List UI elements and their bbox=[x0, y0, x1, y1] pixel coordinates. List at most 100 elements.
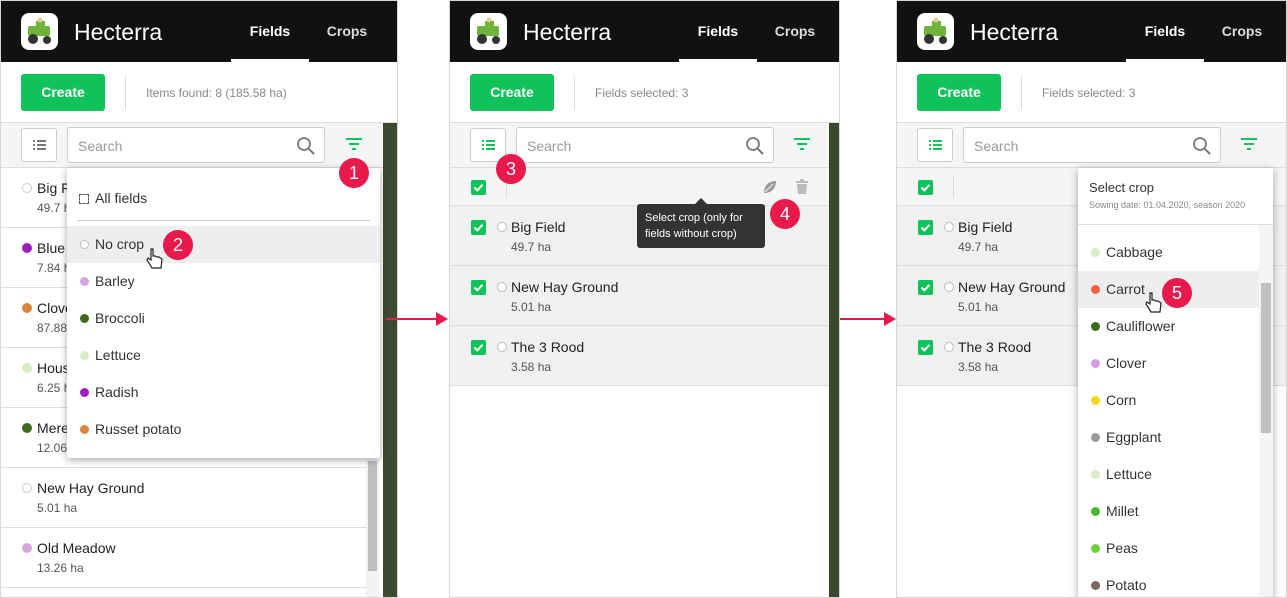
field-name: Big F bbox=[37, 180, 70, 196]
search-input[interactable]: Search bbox=[516, 127, 774, 163]
filter-icon[interactable] bbox=[793, 135, 811, 153]
search-row: Search bbox=[1, 123, 397, 168]
option-cabbage[interactable]: Cabbage bbox=[1078, 234, 1259, 271]
option-eggplant[interactable]: Eggplant bbox=[1078, 419, 1259, 456]
scrollbar-thumb[interactable] bbox=[1261, 283, 1271, 433]
option-cauliflower[interactable]: Cauliflower bbox=[1078, 308, 1259, 345]
row-checkbox[interactable] bbox=[471, 220, 486, 235]
create-button[interactable]: Create bbox=[470, 74, 554, 111]
list-item[interactable]: Old Meadow 13.26 ha bbox=[1, 528, 366, 588]
option-label: Eggplant bbox=[1106, 429, 1162, 445]
tab-fields[interactable]: Fields bbox=[1126, 1, 1204, 62]
row-checkbox[interactable] bbox=[918, 220, 933, 235]
option-barley[interactable]: Barley bbox=[67, 263, 380, 300]
option-potato[interactable]: Potato bbox=[1078, 567, 1259, 597]
field-area: 3.58 ha bbox=[958, 360, 999, 374]
field-area: 12.06 bbox=[37, 441, 68, 455]
tab-crops[interactable]: Crops bbox=[308, 1, 386, 62]
search-icon bbox=[297, 137, 315, 155]
crop-color-dot bbox=[1091, 248, 1100, 257]
option-millet[interactable]: Millet bbox=[1078, 493, 1259, 530]
dropdown-title: Select crop bbox=[1089, 180, 1155, 195]
field-name: Blue bbox=[37, 240, 66, 256]
row-checkbox[interactable] bbox=[918, 340, 933, 355]
field-area: 13.26 ha bbox=[37, 561, 84, 575]
option-label: Peas bbox=[1106, 540, 1138, 556]
all-fields-option[interactable]: All fields bbox=[79, 190, 147, 206]
list-item[interactable]: New Hay Ground 5.01 ha bbox=[1, 468, 366, 528]
crop-color-dot bbox=[1091, 581, 1100, 590]
app-header: Hecterra Fields Crops bbox=[897, 1, 1286, 62]
toolbar: Create Fields selected: 3 bbox=[897, 62, 1286, 123]
crop-color-dot bbox=[80, 277, 89, 286]
list-view-button[interactable] bbox=[21, 128, 57, 162]
dropdown-scrollbar[interactable] bbox=[1259, 225, 1273, 597]
select-all-checkbox[interactable] bbox=[471, 180, 486, 195]
tab-crops[interactable]: Crops bbox=[756, 1, 834, 62]
select-all-checkbox[interactable] bbox=[918, 180, 933, 195]
option-label: Corn bbox=[1106, 392, 1137, 408]
search-input[interactable]: Search bbox=[963, 127, 1221, 163]
option-radish[interactable]: Radish bbox=[67, 374, 380, 411]
row-checkbox[interactable] bbox=[471, 340, 486, 355]
crop-color-dot bbox=[944, 342, 954, 352]
table-row[interactable]: The 3 Rood 3.58 ha bbox=[450, 326, 829, 386]
field-name: New Hay Ground bbox=[37, 480, 145, 496]
field-name: New Hay Ground bbox=[958, 279, 1066, 295]
option-label: Millet bbox=[1106, 503, 1139, 519]
map-edge bbox=[829, 123, 839, 597]
step-badge-4: 4 bbox=[770, 199, 800, 229]
select-crop-tooltip: Select crop (only for fields without cro… bbox=[637, 198, 765, 248]
crop-color-dot bbox=[22, 363, 32, 373]
field-area: 3.58 ha bbox=[511, 360, 552, 374]
trash-icon[interactable] bbox=[795, 179, 809, 195]
crop-color-dot bbox=[80, 351, 89, 360]
search-input[interactable]: Search bbox=[67, 127, 325, 163]
tab-fields[interactable]: Fields bbox=[231, 1, 309, 62]
step-badge-3: 3 bbox=[496, 154, 526, 184]
field-area: 87.88 bbox=[37, 321, 68, 335]
hand-cursor-icon bbox=[1145, 292, 1162, 313]
select-crop-dropdown: Select crop Sowing date: 01.04.2020, sea… bbox=[1078, 168, 1273, 597]
table-row[interactable]: New Hay Ground 5.01 ha bbox=[450, 266, 829, 326]
field-name: Big Field bbox=[958, 219, 1013, 235]
crop-color-dot bbox=[1091, 359, 1100, 368]
scrollbar-thumb[interactable] bbox=[368, 461, 377, 571]
list-view-button[interactable] bbox=[917, 128, 953, 162]
panel-fields-filter: Hecterra Fields Crops Create Items found… bbox=[0, 0, 398, 598]
leaf-icon[interactable] bbox=[762, 179, 778, 195]
filter-icon[interactable] bbox=[1240, 135, 1258, 153]
arrow-head-icon bbox=[884, 312, 896, 326]
crop-color-dot bbox=[22, 243, 32, 253]
crop-color-dot bbox=[944, 222, 954, 232]
field-area: 49.7 h bbox=[37, 201, 71, 215]
option-clover[interactable]: Clover bbox=[1078, 345, 1259, 382]
option-no-crop[interactable]: No crop bbox=[67, 226, 380, 263]
field-area: 5.01 ha bbox=[958, 300, 999, 314]
option-peas[interactable]: Peas bbox=[1078, 530, 1259, 567]
tab-fields[interactable]: Fields bbox=[679, 1, 757, 62]
crop-color-dot bbox=[1091, 396, 1100, 405]
list-scrollbar[interactable] bbox=[366, 459, 379, 597]
toolbar: Create Fields selected: 3 bbox=[450, 62, 839, 123]
option-label: Barley bbox=[95, 273, 135, 289]
row-checkbox[interactable] bbox=[918, 280, 933, 295]
crop-color-dot bbox=[1091, 470, 1100, 479]
option-lettuce[interactable]: Lettuce bbox=[1078, 456, 1259, 493]
option-corn[interactable]: Corn bbox=[1078, 382, 1259, 419]
filter-icon[interactable] bbox=[345, 135, 363, 153]
option-lettuce[interactable]: Lettuce bbox=[67, 337, 380, 374]
create-button[interactable]: Create bbox=[21, 74, 105, 111]
app-name: Hecterra bbox=[523, 19, 612, 45]
tractor-logo-icon bbox=[917, 13, 954, 50]
create-button[interactable]: Create bbox=[917, 74, 1001, 111]
crop-color-dot bbox=[944, 282, 954, 292]
map-edge bbox=[383, 123, 397, 597]
tab-crops[interactable]: Crops bbox=[1203, 1, 1281, 62]
row-checkbox[interactable] bbox=[471, 280, 486, 295]
crop-filter-dropdown: All fields No crop Barley Broccoli Lettu… bbox=[67, 168, 380, 458]
items-found-text: Items found: 8 (185.58 ha) bbox=[146, 86, 287, 100]
option-broccoli[interactable]: Broccoli bbox=[67, 300, 380, 337]
option-russet-potato[interactable]: Russet potato bbox=[67, 411, 380, 448]
all-fields-label: All fields bbox=[95, 190, 148, 206]
